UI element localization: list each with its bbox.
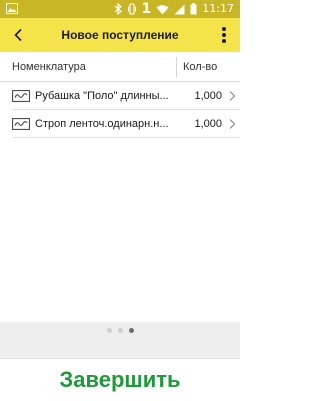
table-row[interactable]: Рубашка "Поло" длинны... 1,000 <box>0 82 240 110</box>
status-icons: 1 11:17 <box>114 0 234 18</box>
more-vert-icon <box>222 27 226 43</box>
battery-icon <box>190 3 197 15</box>
page-indicator <box>0 328 240 336</box>
column-divider <box>176 57 177 77</box>
item-quantity: 1,000 <box>194 118 222 130</box>
sim-indicator: 1 <box>141 1 152 17</box>
page-title: Новое поступление <box>61 28 179 42</box>
page-dot-active[interactable] <box>128 328 134 333</box>
row-divider <box>12 137 240 138</box>
column-header-nomenclature[interactable]: Номенклатура <box>12 52 86 82</box>
finish-button[interactable]: Завершить <box>0 359 240 401</box>
items-table: Номенклатура Кол-во Рубашка "Поло" длинн… <box>0 52 240 138</box>
status-bar: 1 11:17 <box>0 0 240 18</box>
chevron-right-icon <box>229 91 236 101</box>
item-icon <box>12 118 30 130</box>
more-options-button[interactable] <box>212 21 236 49</box>
table-header: Номенклатура Кол-во <box>0 52 240 82</box>
item-quantity: 1,000 <box>194 90 222 102</box>
back-button[interactable] <box>4 21 32 49</box>
back-arrow-icon <box>14 28 22 42</box>
clock: 11:17 <box>202 2 234 15</box>
wifi-icon <box>156 4 169 14</box>
bluetooth-icon <box>114 3 122 15</box>
table-row[interactable]: Строп ленточ.одинарн.н... 1,000 <box>0 110 240 138</box>
footer: Завершить <box>0 358 240 400</box>
image-icon <box>6 3 18 14</box>
item-icon <box>12 90 30 102</box>
vibrate-icon <box>127 3 136 15</box>
column-header-quantity[interactable]: Кол-во <box>183 52 217 82</box>
page-dot[interactable] <box>117 328 123 333</box>
signal-icon <box>174 4 185 14</box>
page-dot[interactable] <box>106 328 112 333</box>
item-name: Рубашка "Поло" длинны... <box>35 90 169 102</box>
app-bar: Новое поступление <box>0 18 240 52</box>
chevron-right-icon <box>229 119 236 129</box>
item-name: Строп ленточ.одинарн.н... <box>35 118 169 130</box>
pager-area <box>0 322 240 358</box>
